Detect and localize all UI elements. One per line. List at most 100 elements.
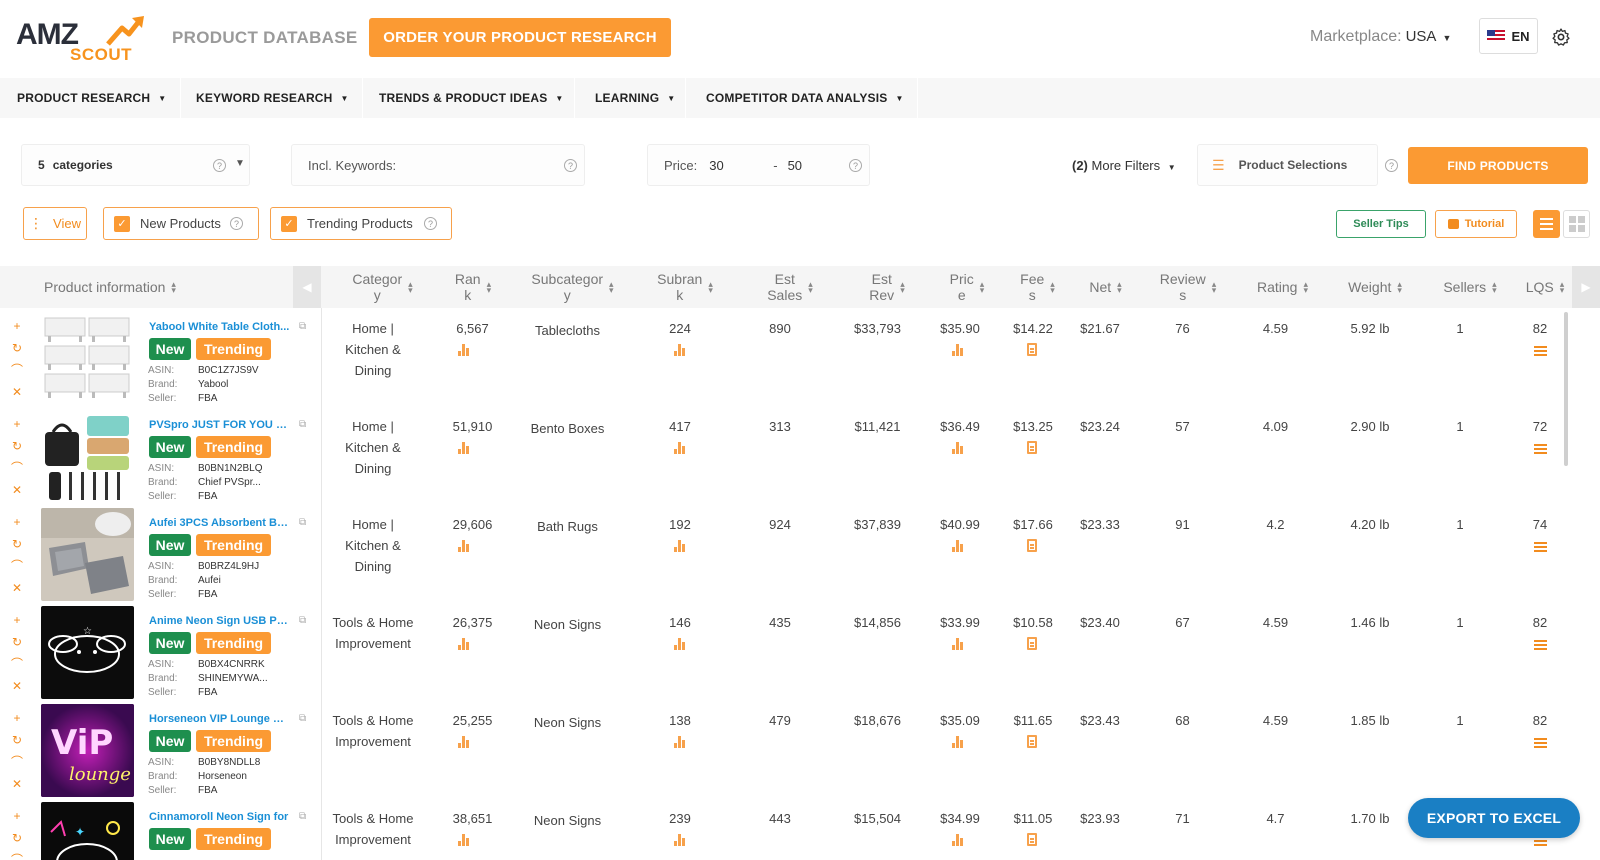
col-rating[interactable]: Rating ▴ ▾: [1250, 266, 1315, 308]
history-icon[interactable]: ⌒: [11, 656, 23, 673]
lqs-details-icon[interactable]: [1534, 444, 1547, 454]
price-min-input[interactable]: 30: [709, 158, 765, 173]
history-icon[interactable]: ⌒: [11, 852, 23, 860]
chart-icon[interactable]: [952, 344, 964, 356]
col-weight[interactable]: Weight ▴ ▾: [1340, 266, 1410, 308]
calculator-icon[interactable]: [1027, 833, 1037, 846]
copy-icon[interactable]: ⧉: [299, 321, 306, 332]
view-button[interactable]: ⋮ View: [23, 207, 87, 240]
copy-icon[interactable]: ⧉: [299, 811, 306, 822]
seller-tips-button[interactable]: Seller Tips: [1336, 210, 1426, 238]
product-image[interactable]: [41, 410, 134, 503]
calculator-icon[interactable]: [1027, 343, 1037, 356]
amzscout-logo[interactable]: AMZ SCOUT: [16, 14, 146, 64]
refresh-icon[interactable]: ↻: [12, 830, 22, 847]
product-selections-button[interactable]: ☰ Product Selections: [1197, 144, 1378, 186]
asin-value[interactable]: B0BN1N2BLQ: [198, 463, 262, 474]
chart-icon[interactable]: [952, 442, 964, 454]
chart-icon[interactable]: [674, 540, 686, 552]
remove-icon[interactable]: ✕: [12, 384, 22, 401]
chart-icon[interactable]: [952, 540, 964, 552]
chart-icon[interactable]: [674, 736, 686, 748]
help-icon[interactable]: ?: [213, 159, 226, 172]
chart-icon[interactable]: [458, 638, 470, 650]
remove-icon[interactable]: ✕: [12, 482, 22, 499]
add-icon[interactable]: +: [13, 612, 20, 629]
refresh-icon[interactable]: ↻: [12, 732, 22, 749]
find-products-button[interactable]: FIND PRODUCTS: [1408, 147, 1588, 184]
list-view-button[interactable]: [1533, 210, 1560, 238]
calculator-icon[interactable]: [1027, 637, 1037, 650]
chart-icon[interactable]: [458, 834, 470, 846]
add-icon[interactable]: +: [13, 808, 20, 825]
scroll-left-button[interactable]: ◀: [293, 266, 321, 308]
history-icon[interactable]: ⌒: [11, 754, 23, 771]
chart-icon[interactable]: [674, 344, 686, 356]
refresh-icon[interactable]: ↻: [12, 438, 22, 455]
lqs-details-icon[interactable]: [1534, 640, 1547, 650]
chart-icon[interactable]: [952, 834, 964, 846]
chart-icon[interactable]: [458, 540, 470, 552]
vertical-scrollbar[interactable]: [1564, 312, 1568, 466]
col-net[interactable]: Net ▴ ▾: [1083, 266, 1128, 308]
lqs-details-icon[interactable]: [1534, 738, 1547, 748]
chart-icon[interactable]: [458, 736, 470, 748]
chart-icon[interactable]: [458, 442, 470, 454]
more-filters-button[interactable]: (2) More Filters ▼: [1072, 158, 1176, 173]
help-icon[interactable]: ?: [564, 159, 577, 172]
product-image[interactable]: ☆: [41, 606, 134, 699]
chart-icon[interactable]: [674, 638, 686, 650]
nav-competitor-analysis[interactable]: COMPETITOR DATA ANALYSIS ▼: [686, 78, 918, 118]
nav-keyword-research[interactable]: KEYWORD RESEARCH ▼: [181, 78, 363, 118]
categories-select[interactable]: 5 categories ? ▼: [21, 144, 250, 186]
calculator-icon[interactable]: [1027, 539, 1037, 552]
chart-icon[interactable]: [952, 736, 964, 748]
calculator-icon[interactable]: [1027, 735, 1037, 748]
product-name-link[interactable]: Aufei 3PCS Absorbent Bath: [149, 517, 291, 529]
new-products-checkbox[interactable]: ✓ New Products ?: [103, 207, 259, 240]
refresh-icon[interactable]: ↻: [12, 340, 22, 357]
history-icon[interactable]: ⌒: [11, 558, 23, 575]
col-est-sales[interactable]: Est Sales ▴ ▾: [755, 266, 825, 308]
help-icon[interactable]: ?: [849, 159, 862, 172]
lqs-details-icon[interactable]: [1534, 346, 1547, 356]
help-icon[interactable]: ?: [424, 217, 437, 230]
add-icon[interactable]: +: [13, 416, 20, 433]
product-name-link[interactable]: Horseneon VIP Lounge Neon: [149, 713, 291, 725]
col-rank[interactable]: Ran k ▴ ▾: [448, 266, 498, 308]
col-category[interactable]: Categor y ▴ ▾: [340, 266, 425, 308]
scroll-right-button[interactable]: ▶: [1572, 266, 1600, 308]
nav-learning[interactable]: LEARNING ▼: [575, 78, 686, 118]
tutorial-button[interactable]: Tutorial: [1435, 210, 1517, 238]
col-subcategory[interactable]: Subcategor y ▴ ▾: [520, 266, 625, 308]
add-icon[interactable]: +: [13, 710, 20, 727]
col-est-rev[interactable]: Est Rev ▴ ▾: [857, 266, 917, 308]
grid-view-button[interactable]: [1563, 210, 1590, 238]
product-name-link[interactable]: PVSpro JUST FOR YOU Bento: [149, 419, 291, 431]
col-price[interactable]: Pric e ▴ ▾: [942, 266, 992, 308]
product-image[interactable]: [41, 312, 134, 405]
remove-icon[interactable]: ✕: [12, 678, 22, 695]
add-icon[interactable]: +: [13, 318, 20, 335]
nav-trends-ideas[interactable]: TRENDS & PRODUCT IDEAS ▼: [363, 78, 575, 118]
asin-value[interactable]: B0BY8NDLL8: [198, 757, 260, 768]
chart-icon[interactable]: [952, 638, 964, 650]
copy-icon[interactable]: ⧉: [299, 615, 306, 626]
asin-value[interactable]: B0BX4CNRRK: [198, 659, 265, 670]
trending-products-checkbox[interactable]: ✓ Trending Products ?: [270, 207, 452, 240]
col-fees[interactable]: Fee s ▴ ▾: [1015, 266, 1060, 308]
product-image[interactable]: ViP lounge: [41, 704, 134, 797]
col-reviews[interactable]: Review s ▴ ▾: [1153, 266, 1223, 308]
col-subrank[interactable]: Subran k ▴ ▾: [650, 266, 720, 308]
col-sellers[interactable]: Sellers ▴ ▾: [1435, 266, 1505, 308]
calculator-icon[interactable]: [1027, 441, 1037, 454]
remove-icon[interactable]: ✕: [12, 776, 22, 793]
order-research-button[interactable]: ORDER YOUR PRODUCT RESEARCH: [369, 18, 671, 57]
export-to-excel-button[interactable]: EXPORT TO EXCEL: [1408, 798, 1580, 838]
help-icon[interactable]: ?: [1385, 159, 1398, 172]
remove-icon[interactable]: ✕: [12, 580, 22, 597]
help-icon[interactable]: ?: [230, 217, 243, 230]
refresh-icon[interactable]: ↻: [12, 634, 22, 651]
chart-icon[interactable]: [458, 344, 470, 356]
nav-product-research[interactable]: PRODUCT RESEARCH ▼: [0, 78, 181, 118]
